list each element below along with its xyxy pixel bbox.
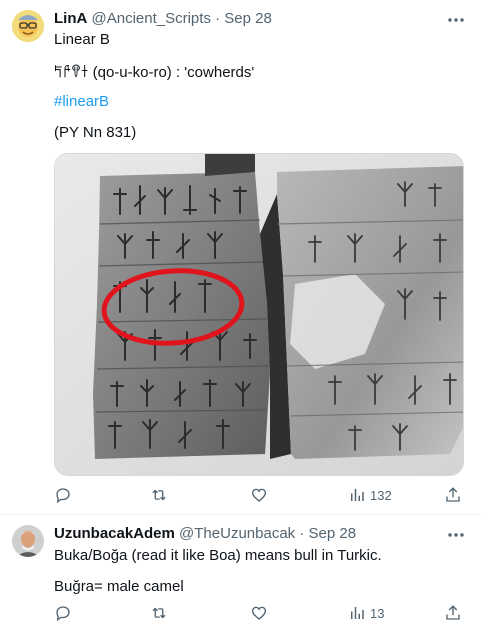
views-button[interactable]: 132 bbox=[348, 485, 392, 505]
tweet-header: LinA @Ancient_Scripts · Sep 28 bbox=[54, 10, 272, 27]
reply-button[interactable] bbox=[54, 603, 76, 623]
reply-icon bbox=[56, 488, 70, 504]
timestamp[interactable]: Sep 28 bbox=[224, 10, 272, 27]
hashtag-link[interactable]: #linearB bbox=[54, 93, 109, 110]
handle[interactable]: @Ancient_Scripts bbox=[92, 10, 211, 27]
like-icon bbox=[251, 606, 267, 620]
share-button[interactable] bbox=[444, 485, 462, 505]
retweet-icon bbox=[152, 607, 166, 619]
like-button[interactable] bbox=[250, 485, 272, 505]
tweet-2[interactable]: UzunbacakAdem @TheUzunbacak · Sep 28 Buk… bbox=[0, 515, 483, 640]
clay-tablet-photo bbox=[55, 154, 463, 475]
tweet-1[interactable]: LinA @Ancient_Scripts · Sep 28 Linear B … bbox=[0, 0, 483, 512]
display-name[interactable]: UzunbacakAdem bbox=[54, 525, 175, 542]
separator: · bbox=[215, 10, 221, 27]
tweet-text-line: 𐀡𐀄𐀒𐀫 (qo-u-ko-ro) : 'cowherds' bbox=[54, 64, 255, 81]
views-button[interactable]: 13 bbox=[348, 603, 384, 623]
views-icon bbox=[351, 489, 364, 501]
timestamp[interactable]: Sep 28 bbox=[309, 525, 357, 542]
more-icon[interactable] bbox=[446, 10, 466, 30]
tweet-header: UzunbacakAdem @TheUzunbacak · Sep 28 bbox=[54, 525, 356, 542]
retweet-button[interactable] bbox=[150, 603, 172, 623]
views-icon bbox=[351, 607, 364, 619]
handle[interactable]: @TheUzunbacak bbox=[179, 525, 295, 542]
share-icon bbox=[446, 605, 460, 620]
avatar[interactable] bbox=[12, 525, 44, 557]
action-bar: 132 bbox=[54, 485, 464, 505]
more-icon[interactable] bbox=[446, 525, 466, 545]
action-bar: 13 bbox=[54, 603, 464, 623]
tweet-text-line: Linear B bbox=[54, 31, 110, 48]
tweet-text-line: Buka/Boğa (read it like Boa) means bull … bbox=[54, 547, 382, 564]
tweet-text-line: Buğra= male camel bbox=[54, 578, 184, 595]
reply-button[interactable] bbox=[54, 485, 76, 505]
like-button[interactable] bbox=[250, 603, 272, 623]
retweet-button[interactable] bbox=[150, 485, 172, 505]
like-icon bbox=[251, 488, 267, 502]
share-icon bbox=[446, 487, 460, 502]
views-count: 13 bbox=[370, 605, 385, 621]
avatar[interactable] bbox=[12, 10, 44, 42]
share-button[interactable] bbox=[444, 603, 462, 623]
tweet-text-line: (PY Nn 831) bbox=[54, 124, 137, 141]
retweet-icon bbox=[152, 489, 166, 501]
reply-icon bbox=[56, 606, 70, 622]
display-name[interactable]: LinA bbox=[54, 10, 87, 27]
views-count: 132 bbox=[370, 487, 392, 503]
separator: · bbox=[299, 525, 305, 542]
tweet-image[interactable] bbox=[54, 153, 464, 476]
